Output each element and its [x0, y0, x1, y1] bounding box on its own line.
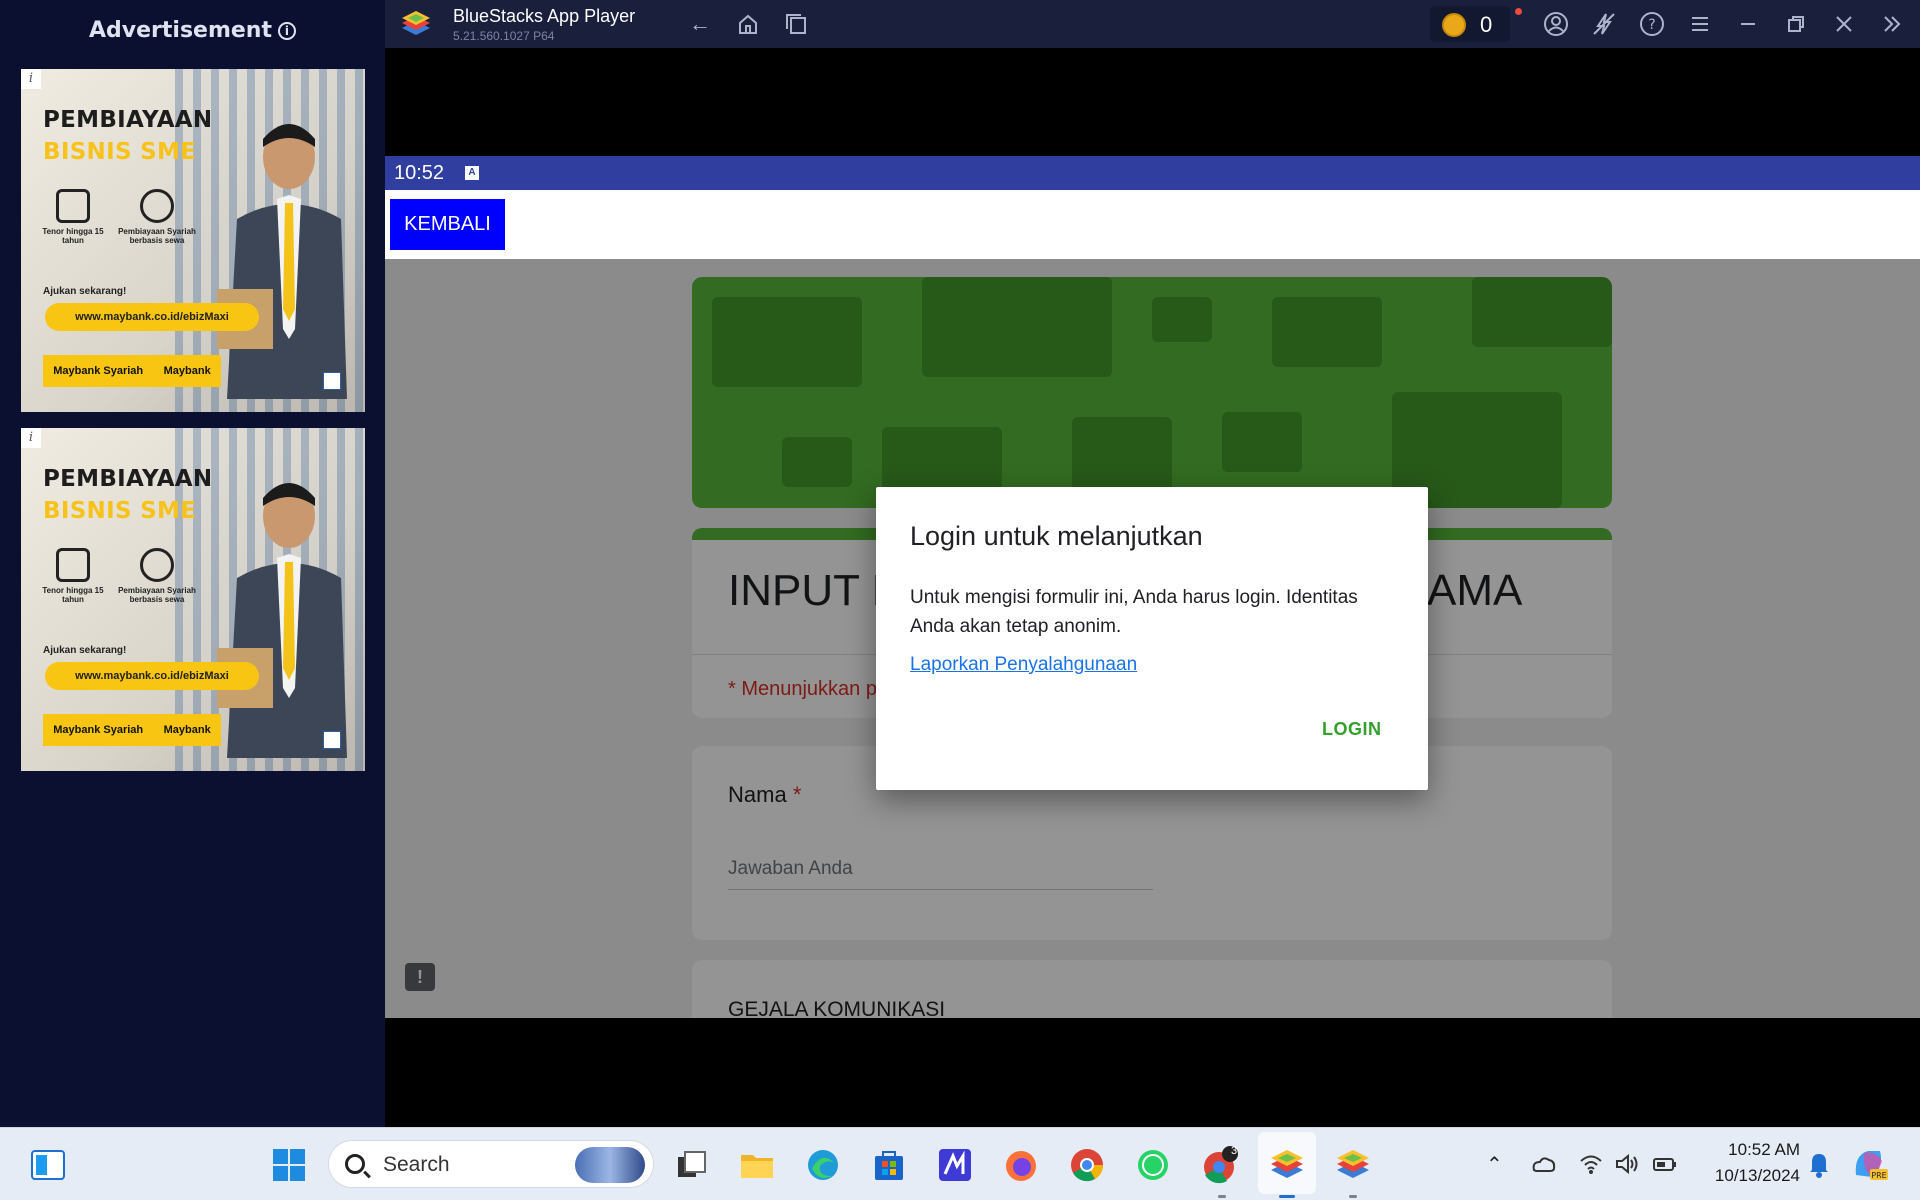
coin-counter[interactable]: 0	[1430, 6, 1510, 42]
chevron-up-icon[interactable]: ⌃	[1486, 1152, 1503, 1177]
restore-icon[interactable]	[1782, 10, 1810, 38]
multitask-icon[interactable]	[782, 10, 810, 38]
ad-headline: PEMBIAYAAN	[43, 466, 213, 492]
adchoices-icon[interactable]	[323, 372, 341, 390]
whatsapp-icon[interactable]	[1134, 1146, 1172, 1184]
ad-subheadline: BISNIS SME	[43, 498, 197, 524]
app-name: BlueStacks App Player	[453, 6, 636, 26]
report-abuse-link[interactable]: Laporkan Penyalahgunaan	[910, 654, 1137, 676]
coin-count: 0	[1480, 12, 1493, 37]
help-icon[interactable]: ?	[1638, 10, 1666, 38]
ad-feature: Pembiayaan Syariah berbasis sewa	[117, 548, 197, 604]
android-status-bar: 10:52 A	[385, 156, 1920, 190]
home-icon[interactable]	[734, 10, 762, 38]
ad-url-button[interactable]: www.maybank.co.id/ebizMaxi	[45, 303, 259, 331]
back-icon[interactable]: ←	[686, 10, 714, 38]
calendar-icon	[56, 548, 90, 582]
notification-bell-icon[interactable]	[1808, 1150, 1830, 1178]
eco-mode-icon[interactable]	[1590, 10, 1618, 38]
search-highlight-image	[575, 1147, 645, 1183]
onedrive-icon[interactable]	[1530, 1152, 1556, 1176]
copilot-icon[interactable]: PRE	[1850, 1145, 1888, 1183]
money-hand-icon	[140, 548, 174, 582]
ad-banner[interactable]: i PEMBIAYAAN BISNIS SME Tenor hingga 15 …	[21, 69, 365, 412]
ad-url-button[interactable]: www.maybank.co.id/ebizMaxi	[45, 662, 259, 690]
windows-start-icon[interactable]	[270, 1146, 308, 1184]
notification-dot	[1515, 8, 1522, 15]
close-icon[interactable]	[1830, 10, 1858, 38]
microsoft-store-icon[interactable]	[870, 1146, 908, 1184]
login-button[interactable]: LOGIN	[1322, 719, 1382, 740]
file-explorer-icon[interactable]	[738, 1146, 776, 1184]
ad-feature: Tenor hingga 15 tahun	[33, 548, 113, 604]
wifi-icon[interactable]	[1578, 1152, 1604, 1176]
menu-icon[interactable]	[1686, 10, 1714, 38]
ad-feature: Pembiayaan Syariah berbasis sewa	[117, 189, 197, 245]
running-indicator	[1349, 1195, 1357, 1198]
bluestacks-x-icon[interactable]	[1334, 1146, 1372, 1184]
edge-browser-icon[interactable]	[804, 1146, 842, 1184]
taskbar-search[interactable]: Search	[328, 1140, 654, 1188]
ad-info-icon[interactable]: i	[21, 69, 41, 89]
windows-taskbar: Search 3 ⌃ 10:52 AM 10/13/2024 PRE	[0, 1127, 1920, 1200]
app-version: 5.21.560.1027 P64	[453, 29, 555, 43]
businessman-image	[217, 483, 347, 758]
status-notification-icon: A	[465, 166, 479, 180]
volume-icon[interactable]	[1614, 1152, 1640, 1176]
battery-icon[interactable]	[1652, 1152, 1678, 1176]
search-icon	[345, 1154, 365, 1174]
adchoices-icon[interactable]	[323, 731, 341, 749]
info-icon[interactable]: i	[277, 22, 296, 40]
app-icon[interactable]	[936, 1146, 974, 1184]
ad-cta: Ajukan sekarang!	[43, 286, 127, 297]
running-indicator	[1218, 1195, 1226, 1198]
ad-logos: Maybank Syariah Maybank	[43, 355, 221, 387]
dialog-message: Untuk mengisi formulir ini, Anda harus l…	[910, 587, 1358, 637]
window-titlebar: BlueStacks App Player 5.21.560.1027 P64 …	[385, 0, 1920, 48]
ad-banner[interactable]: i PEMBIAYAAN BISNIS SME Tenor hingga 15 …	[21, 428, 365, 771]
taskbar-clock-time[interactable]: 10:52 AM	[1700, 1140, 1800, 1160]
app-toolbar: KEMBALI	[385, 190, 1920, 259]
bluestacks-taskbar-icon[interactable]	[1268, 1146, 1306, 1184]
svg-text:?: ?	[1648, 17, 1655, 33]
collapse-sidebar-icon[interactable]	[1878, 10, 1906, 38]
firefox-icon[interactable]	[1002, 1146, 1040, 1184]
taskbar-clock-date[interactable]: 10/13/2024	[1690, 1166, 1800, 1186]
ad-sidebar: Advertisement i i PEMBIAYAAN BISNIS SME T…	[0, 0, 385, 1127]
money-hand-icon	[140, 189, 174, 223]
task-view-icon[interactable]	[672, 1146, 710, 1184]
login-dialog: Login untuk melanjutkan Untuk mengisi fo…	[876, 487, 1428, 790]
ad-logos: Maybank Syariah Maybank	[43, 714, 221, 746]
svg-text:PRE: PRE	[1871, 1171, 1886, 1180]
calendar-icon	[56, 189, 90, 223]
ad-cta: Ajukan sekarang!	[43, 645, 127, 656]
active-indicator	[1279, 1195, 1295, 1198]
ad-title: Advertisement i	[0, 18, 385, 43]
ad-subheadline: BISNIS SME	[43, 139, 197, 165]
ad-info-icon[interactable]: i	[21, 428, 41, 448]
search-placeholder: Search	[383, 1153, 450, 1176]
ad-headline: PEMBIAYAAN	[43, 107, 213, 133]
kembali-button[interactable]: KEMBALI	[390, 199, 505, 250]
widgets-icon[interactable]	[29, 1146, 67, 1184]
coin-icon	[1442, 13, 1466, 37]
minimize-icon[interactable]	[1734, 10, 1762, 38]
bluestacks-logo-icon	[402, 11, 430, 35]
status-time: 10:52	[394, 162, 445, 184]
businessman-image	[217, 124, 347, 399]
ad-feature: Tenor hingga 15 tahun	[33, 189, 113, 245]
chrome-badge: 3	[1230, 1145, 1238, 1157]
dialog-title: Login untuk melanjutkan	[910, 521, 1203, 551]
account-icon[interactable]	[1542, 10, 1570, 38]
chrome-icon[interactable]	[1068, 1146, 1106, 1184]
